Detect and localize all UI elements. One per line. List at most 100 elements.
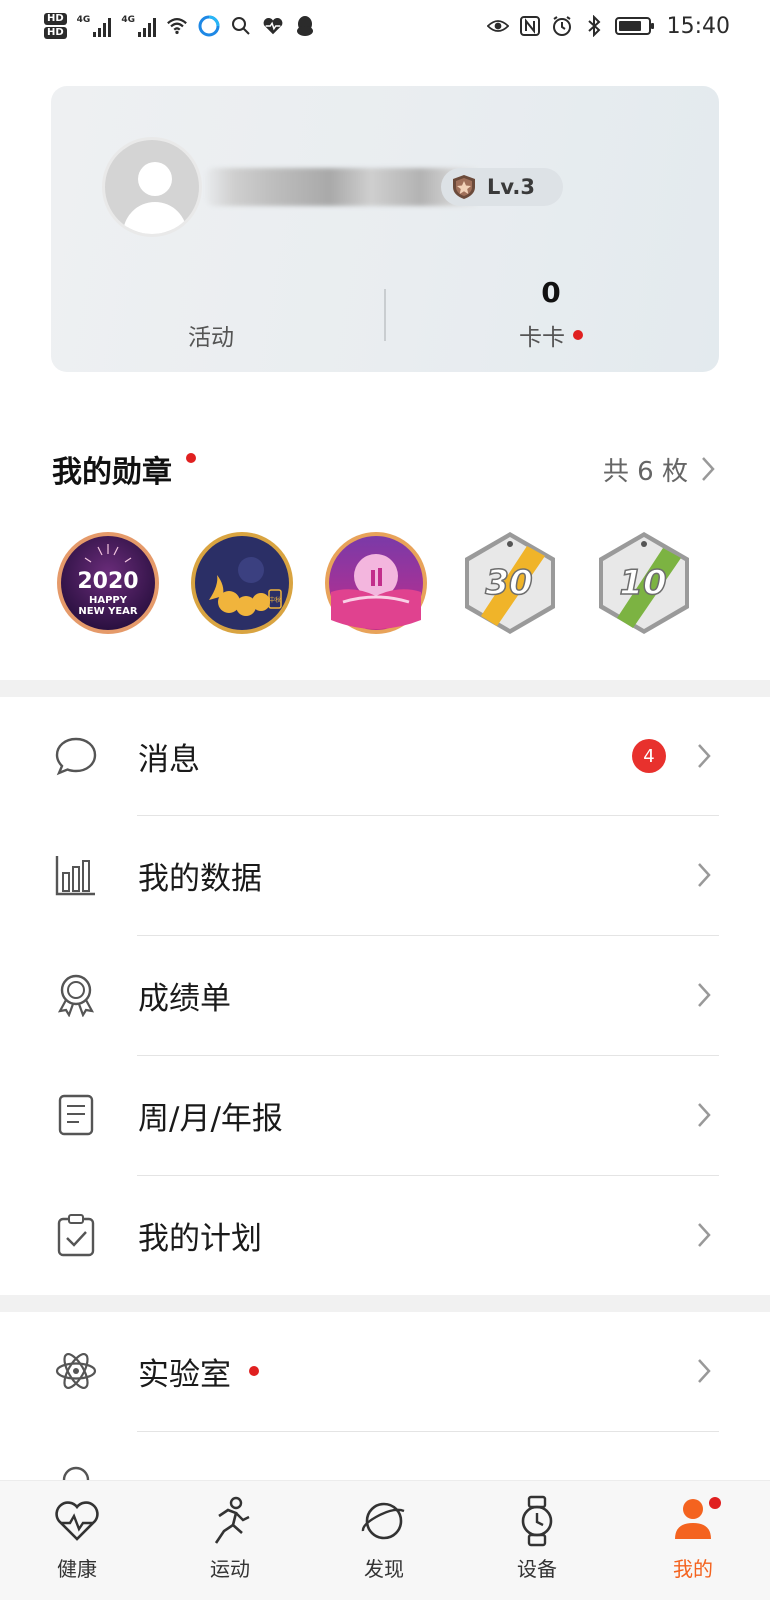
medal-row: 2020 HAPPY NEW YEAR 中秋 30 10: [55, 530, 715, 640]
tab-me[interactable]: 我的: [643, 1495, 743, 1582]
menu-label: 实验室: [138, 1356, 231, 1393]
message-count-badge: 4: [632, 739, 666, 773]
medal-2020[interactable]: 2020 HAPPY NEW YEAR: [55, 530, 161, 636]
list-divider: [137, 1431, 719, 1432]
menu-right: [694, 1220, 714, 1250]
menu-item-messages[interactable]: 消息 4: [0, 697, 770, 815]
signal-icon: 4G: [77, 15, 112, 37]
tab-devices[interactable]: 设备: [487, 1495, 587, 1582]
tab-label: 健康: [57, 1557, 97, 1581]
bar-chart-icon: [55, 856, 95, 896]
medal-seal-text: 中秋: [269, 596, 281, 604]
medals-count-link[interactable]: 共 6 枚: [603, 451, 718, 488]
medal-10km[interactable]: 10: [591, 530, 697, 636]
medal-10-number: 10: [619, 563, 666, 603]
tab-label: 设备: [517, 1557, 557, 1581]
medal-mid-autumn[interactable]: 中秋: [189, 530, 295, 636]
hd-label-1: HD: [44, 13, 67, 25]
menu-label: 我的计划: [138, 1220, 262, 1257]
section-gap: [0, 680, 770, 697]
tab-label: 运动: [210, 1557, 250, 1581]
medals-header[interactable]: 我的勋章 共 6 枚: [52, 446, 718, 492]
menu-item-my-data[interactable]: 我的数据: [0, 816, 770, 934]
chevron-right-icon: [698, 1359, 711, 1383]
medal-2020-year: 2020: [77, 569, 138, 594]
browser-icon: [198, 15, 220, 37]
network-label: 4G: [76, 15, 91, 25]
hd-label-2: HD: [44, 27, 67, 39]
eye-icon: [486, 15, 509, 37]
menu-label: 成绩单: [138, 980, 231, 1017]
status-bar: HD HD 4G 4G 15:40: [0, 0, 770, 52]
qq-penguin-icon: [294, 15, 316, 37]
kaka-stat[interactable]: 0 卡卡: [471, 276, 631, 352]
tab-health[interactable]: 健康: [27, 1495, 127, 1582]
card-divider: [384, 289, 386, 341]
menu-right: [694, 980, 714, 1010]
hd-indicator: HD HD: [44, 13, 67, 39]
medals-red-dot: [186, 453, 196, 463]
nfc-icon: [519, 15, 541, 37]
tab-label: 我的: [673, 1557, 713, 1581]
menu-item-lab[interactable]: 实验室: [0, 1312, 770, 1430]
kaka-label-wrap: 卡卡: [519, 318, 583, 352]
medal-30km[interactable]: 30: [457, 530, 563, 636]
status-time: 15:40: [666, 13, 730, 39]
kaka-label: 卡卡: [519, 325, 565, 351]
next-item-icon-partial: [62, 1466, 90, 1480]
battery-icon: [614, 17, 654, 35]
lab-red-dot: [249, 1366, 259, 1376]
medals-count: 共 6 枚: [602, 456, 688, 487]
menu-label-wrap: 实验室: [138, 1349, 259, 1394]
health-heart-icon: [262, 15, 284, 37]
menu-item-transcript[interactable]: 成绩单: [0, 936, 770, 1054]
planet-icon: [361, 1502, 405, 1540]
atom-icon: [55, 1353, 97, 1389]
medal-qixi[interactable]: [323, 530, 429, 636]
heart-icon: [55, 1501, 99, 1541]
menu-right: [694, 1100, 714, 1130]
kaka-red-dot: [573, 330, 583, 340]
search-icon: [230, 15, 252, 37]
tab-me-red-dot: [709, 1497, 721, 1509]
level-badge[interactable]: Lv.3: [441, 168, 563, 206]
menu-label: 我的数据: [138, 860, 262, 897]
medals-title: 我的勋章: [52, 455, 172, 490]
page: HD HD 4G 4G 15:40 Lv.3 活动 0 卡卡 我的勋章 共 6 …: [0, 0, 770, 1600]
network-label: 4G: [121, 15, 135, 25]
running-icon: [214, 1496, 250, 1544]
signal-icon: 4G: [121, 15, 156, 37]
activity-label: 活动: [188, 325, 234, 351]
tab-discover[interactable]: 发现: [334, 1495, 434, 1582]
battery-fill: [618, 21, 641, 31]
menu-item-my-plan[interactable]: 我的计划: [0, 1176, 770, 1294]
medals-title-wrap: 我的勋章: [52, 447, 196, 491]
status-right: 15:40: [486, 13, 730, 39]
profile-card[interactable]: Lv.3 活动 0 卡卡: [51, 86, 719, 372]
plan-clipboard-icon: [57, 1214, 95, 1257]
menu-right: 4: [632, 739, 714, 773]
menu-item-reports[interactable]: 周/月/年报: [0, 1056, 770, 1174]
chevron-right-icon: [698, 744, 711, 768]
activity-stat[interactable]: 活动: [161, 318, 261, 352]
chevron-right-icon: [698, 983, 711, 1007]
medal-2020-line3: NEW YEAR: [78, 606, 138, 617]
avatar[interactable]: [102, 137, 202, 237]
chevron-right-icon: [698, 863, 711, 887]
menu-label: 周/月/年报: [138, 1100, 283, 1137]
medal-2020-line2: HAPPY: [89, 595, 128, 606]
wifi-icon: [166, 15, 188, 37]
menu-right: [694, 860, 714, 890]
menu-label: 消息: [138, 741, 200, 778]
section-gap: [0, 1295, 770, 1312]
chevron-right-icon: [698, 1103, 711, 1127]
level-shield-icon: [453, 175, 475, 199]
chevron-right-icon: [702, 457, 715, 481]
bluetooth-icon: [583, 15, 605, 37]
bottom-tab-bar: 健康 运动 发现 设备 我的: [0, 1480, 770, 1600]
tab-label: 发现: [364, 1557, 404, 1581]
kaka-value: 0: [541, 276, 561, 309]
chevron-right-icon: [698, 1223, 711, 1247]
tab-exercise[interactable]: 运动: [180, 1495, 280, 1582]
username-blurred[interactable]: [206, 168, 481, 206]
